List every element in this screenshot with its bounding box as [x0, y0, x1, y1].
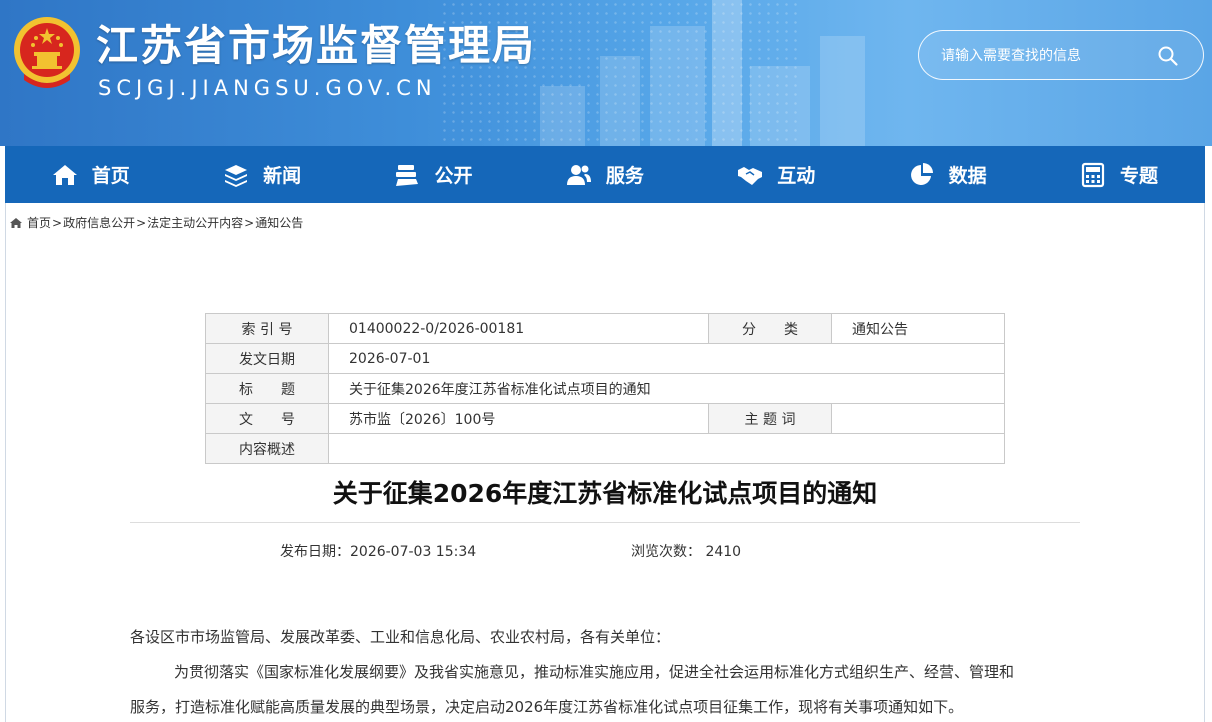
site-header: 江苏省市场监督管理局 SCJGJ.JIANGSU.GOV.CN [0, 0, 1212, 146]
nav-item-open[interactable]: 公开 [348, 146, 519, 203]
category-value: 通知公告 [831, 313, 1005, 344]
index-value: 01400022-0/2026-00181 [328, 313, 709, 344]
nav-label: 服务 [605, 165, 644, 187]
nav-item-interact[interactable]: 互动 [691, 146, 862, 203]
nav-label: 专题 [1120, 165, 1159, 187]
home-icon [52, 164, 77, 185]
search-icon[interactable] [1157, 45, 1179, 67]
summary-value [328, 433, 1005, 464]
document-meta-table: 索 引 号 01400022-0/2026-00181 分 类 通知公告 发文日… [205, 313, 1005, 464]
nav-item-news[interactable]: 新闻 [176, 146, 347, 203]
paragraph-line: 服务，打造标准化赋能高质量发展的典型场景，决定启动2026年度江苏省标准化试点项… [130, 698, 964, 716]
summary-label: 内容概述 [205, 433, 329, 464]
date-label: 发文日期 [205, 343, 329, 374]
breadcrumb-statutory[interactable]: 法定主动公开内容 [147, 214, 243, 231]
search-box [918, 30, 1204, 80]
national-emblem-icon [14, 17, 80, 88]
handshake-icon [738, 166, 763, 185]
article-title: 关于征集2026年度江苏省标准化试点项目的通知 [332, 479, 878, 508]
nav-item-home[interactable]: 首页 [5, 146, 176, 203]
index-label: 索 引 号 [205, 313, 329, 344]
category-label: 分 类 [708, 313, 832, 344]
publish-label: 发布日期： [280, 544, 350, 560]
view-count: 浏览次数： 2410 [631, 541, 741, 561]
layers-icon [225, 164, 248, 187]
date-value: 2026-07-01 [328, 343, 1005, 374]
users-icon [566, 164, 591, 185]
search-input[interactable] [941, 45, 1151, 67]
nav-label: 公开 [434, 165, 473, 187]
nav-label: 数据 [948, 165, 987, 187]
document-stack-icon [396, 164, 419, 186]
main-nav: 首页 新闻 公开 服务 互动 数据 专题 [5, 146, 1205, 203]
home-icon [10, 217, 22, 228]
subject-label: 主 题 词 [708, 403, 832, 434]
nav-item-topics[interactable]: 专题 [1033, 146, 1204, 203]
breadcrumb: 首页 > 政府信息公开 > 法定主动公开内容 > 通知公告 [9, 214, 303, 231]
publish-date: 发布日期：2026-07-03 15:34 [280, 541, 476, 561]
pie-chart-icon [910, 162, 933, 185]
paragraph-line: 为贯彻落实《国家标准化发展纲要》及我省实施意见，推动标准实施应用，促进全社会运用… [174, 663, 1015, 681]
nav-item-service[interactable]: 服务 [519, 146, 690, 203]
site-title: 江苏省市场监督管理局 [96, 21, 537, 70]
breadcrumb-gov-info[interactable]: 政府信息公开 [63, 214, 135, 231]
title-label: 标 题 [205, 373, 329, 404]
calculator-icon [1081, 162, 1105, 187]
salutation: 各设区市市场监管局、发展改革委、工业和信息化局、农业农村局，各有关单位： [130, 628, 671, 646]
publish-value: 2026-07-03 15:34 [350, 544, 477, 560]
subject-value [831, 403, 1005, 434]
title-value: 关于征集2026年度江苏省标准化试点项目的通知 [328, 373, 1005, 404]
nav-label: 新闻 [263, 165, 302, 187]
docno-value: 苏市监〔2026〕100号 [328, 403, 709, 434]
breadcrumb-notices[interactable]: 通知公告 [255, 214, 303, 231]
views-label: 浏览次数： [631, 544, 701, 560]
nav-item-data[interactable]: 数据 [862, 146, 1033, 203]
site-domain: SCJGJ.JIANGSU.GOV.CN [98, 76, 437, 100]
breadcrumb-home[interactable]: 首页 [27, 214, 51, 231]
docno-label: 文 号 [205, 403, 329, 434]
views-value: 2410 [705, 544, 742, 560]
divider [130, 522, 1080, 523]
nav-label: 首页 [91, 165, 130, 187]
nav-label: 互动 [777, 165, 816, 187]
